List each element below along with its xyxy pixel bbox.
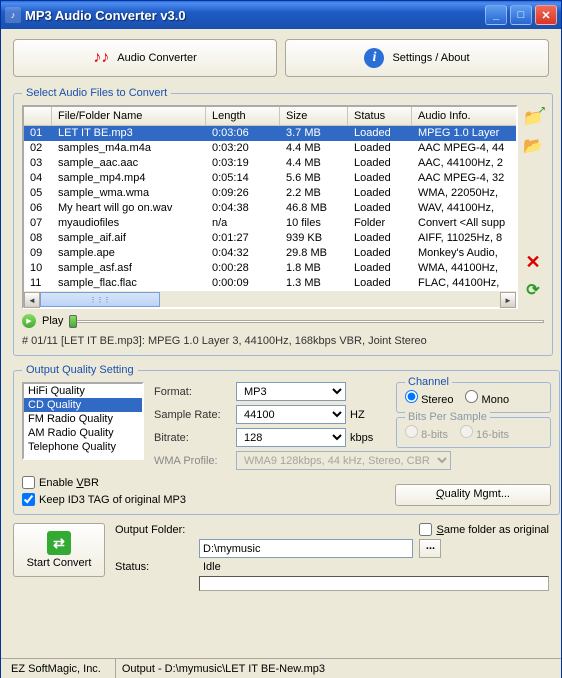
tab-label: Audio Converter xyxy=(117,52,197,64)
mono-radio[interactable]: Mono xyxy=(465,390,509,406)
channel-label: Channel xyxy=(405,376,452,388)
output-folder-input[interactable] xyxy=(199,539,413,558)
col-length[interactable]: Length xyxy=(206,107,280,125)
progress-bar xyxy=(199,576,549,591)
table-row[interactable]: 11sample_flac.flac0:00:091.3 MBLoadedFLA… xyxy=(24,276,516,291)
wma-label: WMA Profile: xyxy=(154,455,232,467)
table-row[interactable]: 05sample_wma.wma0:09:262.2 MBLoadedWMA, … xyxy=(24,186,516,201)
statusbar: EZ SoftMagic, Inc. Output - D:\mymusic\L… xyxy=(1,658,561,678)
file-table[interactable]: File/Folder Name Length Size Status Audi… xyxy=(22,105,518,309)
files-legend: Select Audio Files to Convert xyxy=(22,87,171,99)
kbps-unit: kbps xyxy=(350,432,380,444)
output-quality-section: Output Quality Setting HiFi QualityCD Qu… xyxy=(13,364,560,515)
convert-label: Start Convert xyxy=(27,557,92,569)
channel-group: Channel Stereo Mono xyxy=(396,382,551,413)
bitrate-select[interactable]: 128 xyxy=(236,428,346,447)
status-label: Status: xyxy=(115,561,193,573)
output-folder-label: Output Folder: xyxy=(115,524,193,536)
samplerate-label: Sample Rate: xyxy=(154,409,232,421)
quality-preset-item[interactable]: Telephone Quality xyxy=(24,440,142,454)
add-folder-button[interactable]: 📂 xyxy=(522,135,544,157)
quality-preset-item[interactable]: CD Quality xyxy=(24,398,142,412)
keep-id3-checkbox[interactable]: Keep ID3 TAG of original MP3 xyxy=(22,493,186,506)
quality-mgmt-button[interactable]: Quality Mgmt... xyxy=(395,484,551,506)
refresh-button[interactable]: ⟳ xyxy=(522,279,544,301)
output-path-cell: Output - D:\mymusic\LET IT BE-New.mp3 xyxy=(115,659,557,678)
add-file-button[interactable]: 📁↗ xyxy=(522,107,544,129)
table-row[interactable]: 04sample_mp4.mp40:05:145.6 MBLoadedAAC M… xyxy=(24,171,516,186)
table-row[interactable]: 03sample_aac.aac0:03:194.4 MBLoadedAAC, … xyxy=(24,156,516,171)
scroll-right-icon[interactable]: ► xyxy=(500,292,516,308)
titlebar[interactable]: ♪ MP3 Audio Converter v3.0 _ □ ✕ xyxy=(1,1,561,29)
bits-per-sample-group: Bits Per Sample 8-bits 16-bits xyxy=(396,417,551,448)
8bits-radio: 8-bits xyxy=(405,425,448,441)
bps-label: Bits Per Sample xyxy=(405,411,490,423)
slider-thumb[interactable] xyxy=(69,315,77,328)
window-title: MP3 Audio Converter v3.0 xyxy=(25,8,485,23)
play-label: Play xyxy=(42,315,63,327)
file-info-text: # 01/11 [LET IT BE.mp3]: MPEG 1.0 Layer … xyxy=(22,335,544,347)
scroll-track[interactable]: ⋮⋮⋮ xyxy=(40,292,500,307)
quality-preset-item[interactable]: HiFi Quality xyxy=(24,384,142,398)
table-row[interactable]: 09sample.ape0:04:3229.8 MBLoadedMonkey's… xyxy=(24,246,516,261)
samplerate-select[interactable]: 44100 xyxy=(236,405,346,424)
quality-legend: Output Quality Setting xyxy=(22,364,138,376)
quality-preset-item[interactable]: FM Radio Quality xyxy=(24,412,142,426)
table-row[interactable]: 01LET IT BE.mp30:03:063.7 MBLoadedMPEG 1… xyxy=(24,126,516,141)
horizontal-scrollbar[interactable]: ◄ ⋮⋮⋮ ► xyxy=(24,291,516,307)
play-icon[interactable]: ▶ xyxy=(22,314,36,328)
hz-unit: HZ xyxy=(350,409,380,421)
stereo-radio[interactable]: Stereo xyxy=(405,390,453,406)
col-index[interactable] xyxy=(24,107,52,125)
app-icon: ♪ xyxy=(5,7,21,23)
same-folder-checkbox[interactable]: Same folder as original xyxy=(419,523,549,536)
quality-preset-item[interactable]: AM Radio Quality xyxy=(24,426,142,440)
status-value: Idle xyxy=(199,561,413,573)
col-audioinfo[interactable]: Audio Info. xyxy=(412,107,516,125)
close-button[interactable]: ✕ xyxy=(535,5,557,25)
files-section: Select Audio Files to Convert File/Folde… xyxy=(13,87,553,356)
col-name[interactable]: File/Folder Name xyxy=(52,107,206,125)
bitrate-label: Bitrate: xyxy=(154,432,232,444)
enable-vbr-checkbox[interactable]: Enable VBR xyxy=(22,476,186,489)
format-label: Format: xyxy=(154,386,232,398)
convert-icon: ⇄ xyxy=(47,531,71,555)
table-row[interactable]: 08sample_aif.aif0:01:27939 KBLoadedAIFF,… xyxy=(24,231,516,246)
browse-button[interactable]: ... xyxy=(419,539,441,558)
col-status[interactable]: Status xyxy=(348,107,412,125)
company-cell: EZ SoftMagic, Inc. xyxy=(5,659,107,678)
music-note-icon: ♪♪ xyxy=(93,49,109,67)
settings-about-tab[interactable]: i Settings / About xyxy=(285,39,549,77)
table-header: File/Folder Name Length Size Status Audi… xyxy=(24,107,516,126)
format-select[interactable]: MP3 xyxy=(236,382,346,401)
col-size[interactable]: Size xyxy=(280,107,348,125)
maximize-button[interactable]: □ xyxy=(510,5,532,25)
table-row[interactable]: 02samples_m4a.m4a0:03:204.4 MBLoadedAAC … xyxy=(24,141,516,156)
play-slider[interactable] xyxy=(69,313,544,329)
16bits-radio: 16-bits xyxy=(460,425,509,441)
table-row[interactable]: 07myaudiofilesn/a10 filesFolderConvert <… xyxy=(24,216,516,231)
info-icon: i xyxy=(364,48,384,68)
table-row[interactable]: 06My heart will go on.wav0:04:3846.8 MBL… xyxy=(24,201,516,216)
wma-select: WMA9 128kbps, 44 kHz, Stereo, CBR xyxy=(236,451,451,470)
scroll-left-icon[interactable]: ◄ xyxy=(24,292,40,308)
table-row[interactable]: 10sample_asf.asf0:00:281.8 MBLoadedWMA, … xyxy=(24,261,516,276)
audio-converter-tab[interactable]: ♪♪ Audio Converter xyxy=(13,39,277,77)
tab-label: Settings / About xyxy=(392,52,469,64)
scroll-thumb[interactable]: ⋮⋮⋮ xyxy=(40,292,160,307)
remove-button[interactable]: ✕ xyxy=(522,251,544,273)
minimize-button[interactable]: _ xyxy=(485,5,507,25)
start-convert-button[interactable]: ⇄ Start Convert xyxy=(13,523,105,577)
quality-preset-list[interactable]: HiFi QualityCD QualityFM Radio QualityAM… xyxy=(22,382,144,460)
